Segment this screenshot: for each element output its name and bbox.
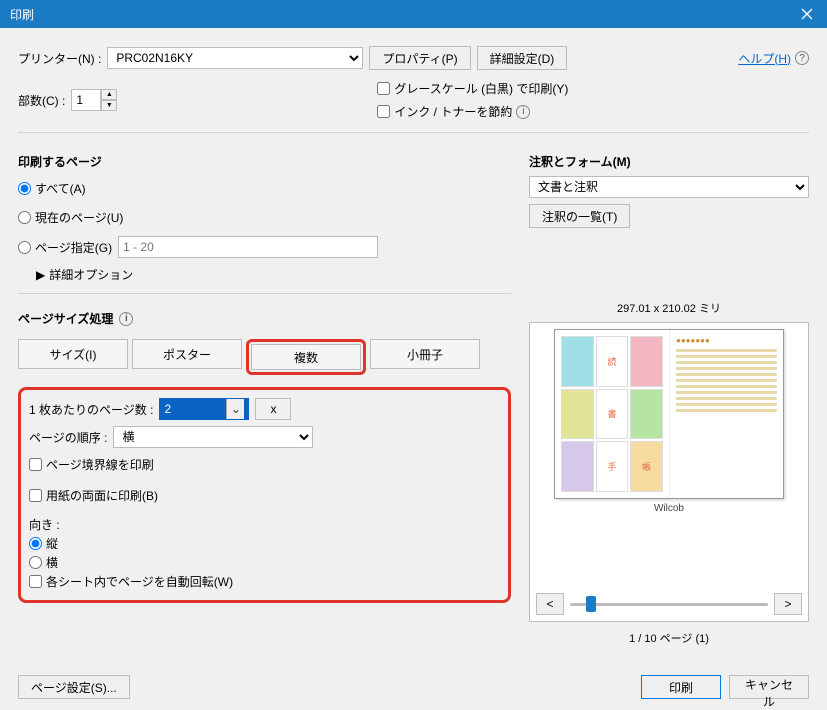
- pages-range-input[interactable]: [118, 236, 378, 258]
- pages-current-label: 現在のページ(U): [35, 209, 123, 226]
- printer-label: プリンター(N) :: [18, 50, 101, 67]
- page-border-row[interactable]: ページ境界線を印刷: [29, 456, 500, 473]
- pagesize-info-icon[interactable]: i: [119, 312, 133, 326]
- page-order-select[interactable]: 横: [113, 426, 313, 448]
- pages-all-radio[interactable]: [18, 182, 31, 195]
- copies-up-button[interactable]: ▲: [101, 89, 117, 100]
- chevron-right-icon: ▶: [36, 268, 45, 282]
- duplex-label: 用紙の両面に印刷(B): [46, 487, 158, 504]
- slider-thumb[interactable]: [586, 596, 596, 612]
- pages-per-sheet-value: 2: [164, 402, 171, 416]
- close-icon: [801, 8, 813, 20]
- more-options-label: 詳細オプション: [49, 266, 133, 283]
- separator: [18, 132, 809, 133]
- grayscale-label: グレースケール (白黒) で印刷(Y): [394, 80, 568, 97]
- properties-button[interactable]: プロパティ(P): [369, 46, 470, 70]
- page-info-label: 1 / 10 ページ (1): [529, 630, 809, 646]
- chevron-down-icon: ⌄: [226, 399, 244, 419]
- copies-down-button[interactable]: ▼: [101, 100, 117, 111]
- multiply-box: x: [255, 398, 291, 420]
- help-info-icon[interactable]: ?: [795, 51, 809, 65]
- pages-range-radio[interactable]: [18, 241, 31, 254]
- duplex-row[interactable]: 用紙の両面に印刷(B): [29, 487, 500, 504]
- save-ink-checkbox-row[interactable]: インク / トナーを節約 i: [377, 103, 568, 120]
- preview-size-label: 297.01 x 210.02 ミリ: [529, 300, 809, 316]
- landscape-row[interactable]: 横: [29, 554, 500, 571]
- save-ink-label: インク / トナーを節約: [394, 103, 512, 120]
- tab-poster[interactable]: ポスター: [132, 339, 242, 369]
- close-button[interactable]: [787, 0, 827, 28]
- tab-multiple[interactable]: 複数: [251, 344, 361, 370]
- autorotate-row[interactable]: 各シート内でページを自動回転(W): [29, 573, 500, 590]
- pages-per-sheet-label: 1 枚あたりのページ数 :: [29, 401, 153, 418]
- advanced-settings-button[interactable]: 詳細設定(D): [477, 46, 568, 70]
- window-title: 印刷: [10, 6, 34, 23]
- page-border-checkbox[interactable]: [29, 458, 42, 471]
- more-options-toggle[interactable]: ▶ 詳細オプション: [36, 266, 511, 283]
- page-border-label: ページ境界線を印刷: [46, 456, 154, 473]
- comments-select[interactable]: 文書と注釈: [529, 176, 809, 198]
- copies-label: 部数(C) :: [18, 92, 65, 109]
- tab-size[interactable]: サイズ(I): [18, 339, 128, 369]
- comments-title: 注釈とフォーム(M): [529, 153, 809, 170]
- comments-list-button[interactable]: 注釈の一覧(T): [529, 204, 630, 228]
- preview-caption: Wilcob: [654, 503, 684, 514]
- copies-input[interactable]: [71, 89, 101, 111]
- preview-page: 読 書 手 帳 ●●●●●●●: [554, 329, 784, 499]
- grayscale-checkbox[interactable]: [377, 82, 390, 95]
- printer-select[interactable]: PRC02N16KY: [107, 47, 363, 69]
- portrait-row[interactable]: 縦: [29, 535, 500, 552]
- print-button[interactable]: 印刷: [641, 675, 721, 699]
- portrait-label: 縦: [46, 535, 58, 552]
- pagesize-title: ページサイズ処理: [18, 310, 113, 327]
- landscape-radio[interactable]: [29, 556, 42, 569]
- landscape-label: 横: [46, 554, 58, 571]
- autorotate-checkbox[interactable]: [29, 575, 42, 588]
- save-ink-checkbox[interactable]: [377, 105, 390, 118]
- duplex-checkbox[interactable]: [29, 489, 42, 502]
- preview-slider[interactable]: [570, 593, 768, 615]
- help-link[interactable]: ヘルプ(H): [738, 50, 791, 67]
- portrait-radio[interactable]: [29, 537, 42, 550]
- preview-next-button[interactable]: >: [774, 593, 802, 615]
- pages-range-row[interactable]: ページ指定(G): [18, 239, 112, 256]
- tab-booklet[interactable]: 小冊子: [370, 339, 480, 369]
- autorotate-label: 各シート内でページを自動回転(W): [46, 573, 233, 590]
- pages-current-row[interactable]: 現在のページ(U): [18, 209, 511, 226]
- orientation-label: 向き :: [29, 516, 500, 533]
- page-setup-button[interactable]: ページ設定(S)...: [18, 675, 130, 699]
- grayscale-checkbox-row[interactable]: グレースケール (白黒) で印刷(Y): [377, 80, 568, 97]
- pages-all-label: すべて(A): [35, 180, 86, 197]
- page-order-label: ページの順序 :: [29, 429, 107, 446]
- pages-range-label: ページ指定(G): [35, 239, 112, 256]
- preview-area: 読 書 手 帳 ●●●●●●●: [529, 322, 809, 622]
- pages-title: 印刷するページ: [18, 153, 511, 170]
- pages-current-radio[interactable]: [18, 211, 31, 224]
- cancel-button[interactable]: キャンセル: [729, 675, 809, 699]
- preview-prev-button[interactable]: <: [536, 593, 564, 615]
- separator: [18, 293, 511, 294]
- pages-all-row[interactable]: すべて(A): [18, 180, 511, 197]
- pages-per-sheet-select[interactable]: 2 ⌄: [159, 398, 249, 420]
- save-ink-info-icon[interactable]: i: [516, 105, 530, 119]
